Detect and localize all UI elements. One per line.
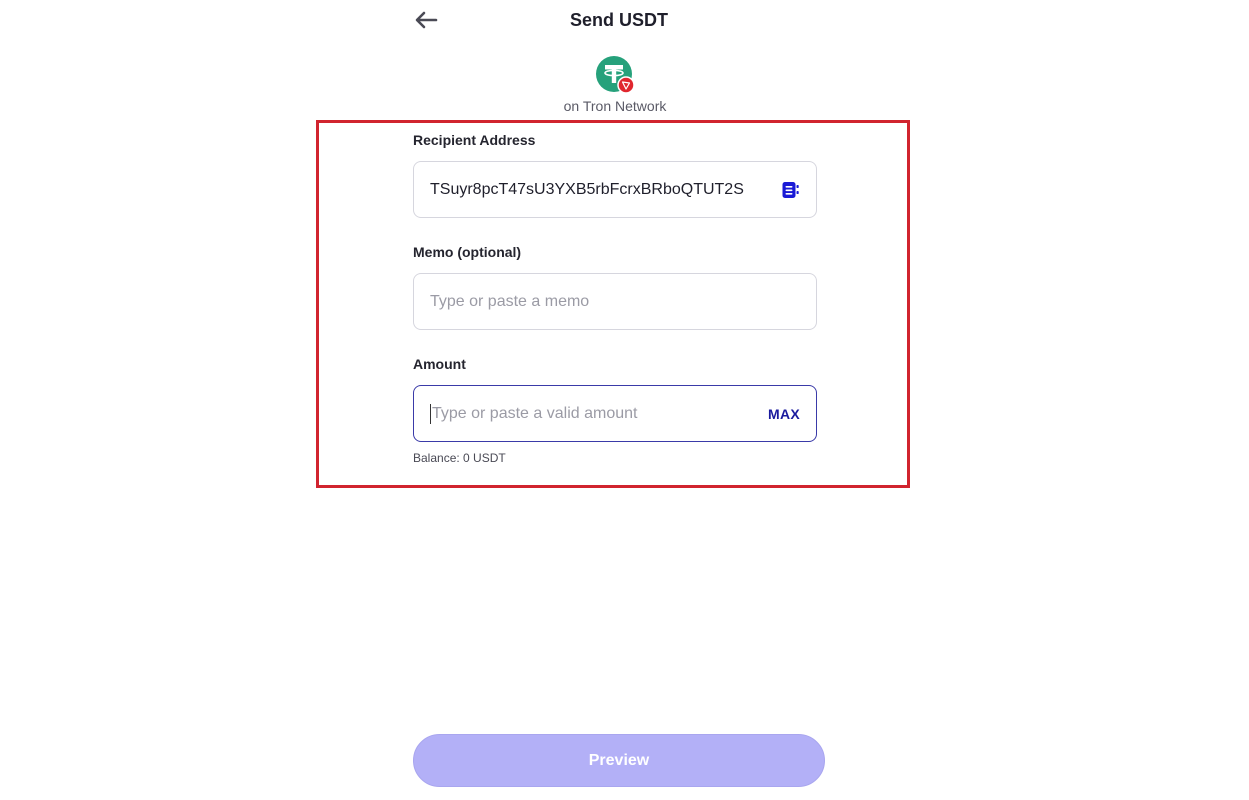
address-book-icon xyxy=(782,181,799,198)
amount-field[interactable]: Type or paste a valid amount MAX xyxy=(413,385,817,442)
amount-label: Amount xyxy=(413,356,466,372)
tron-badge-icon xyxy=(617,76,635,94)
address-book-button[interactable] xyxy=(780,180,800,200)
page-title: Send USDT xyxy=(569,10,668,30)
max-button[interactable]: MAX xyxy=(768,406,800,422)
memo-field[interactable]: Type or paste a memo xyxy=(413,273,817,330)
network-label: on Tron Network xyxy=(563,98,667,114)
text-caret xyxy=(430,403,431,424)
amount-placeholder[interactable]: Type or paste a valid amount xyxy=(432,405,768,423)
preview-button[interactable]: Preview xyxy=(413,734,825,787)
memo-placeholder[interactable]: Type or paste a memo xyxy=(430,293,800,311)
memo-label: Memo (optional) xyxy=(413,244,522,260)
token-logo xyxy=(596,56,635,94)
arrow-left-icon xyxy=(415,11,438,29)
send-page: Send USDT on Tron Network Recipient Addr… xyxy=(0,0,1249,800)
recipient-address-field[interactable]: TSuyr8pcT47sU3YXB5rbFcrxBRboQTUT2S xyxy=(413,161,817,218)
back-button[interactable] xyxy=(413,7,439,33)
recipient-label: Recipient Address xyxy=(413,132,536,148)
recipient-address-value[interactable]: TSuyr8pcT47sU3YXB5rbFcrxBRboQTUT2S xyxy=(430,181,780,199)
balance-text: Balance: 0 USDT xyxy=(413,451,506,465)
